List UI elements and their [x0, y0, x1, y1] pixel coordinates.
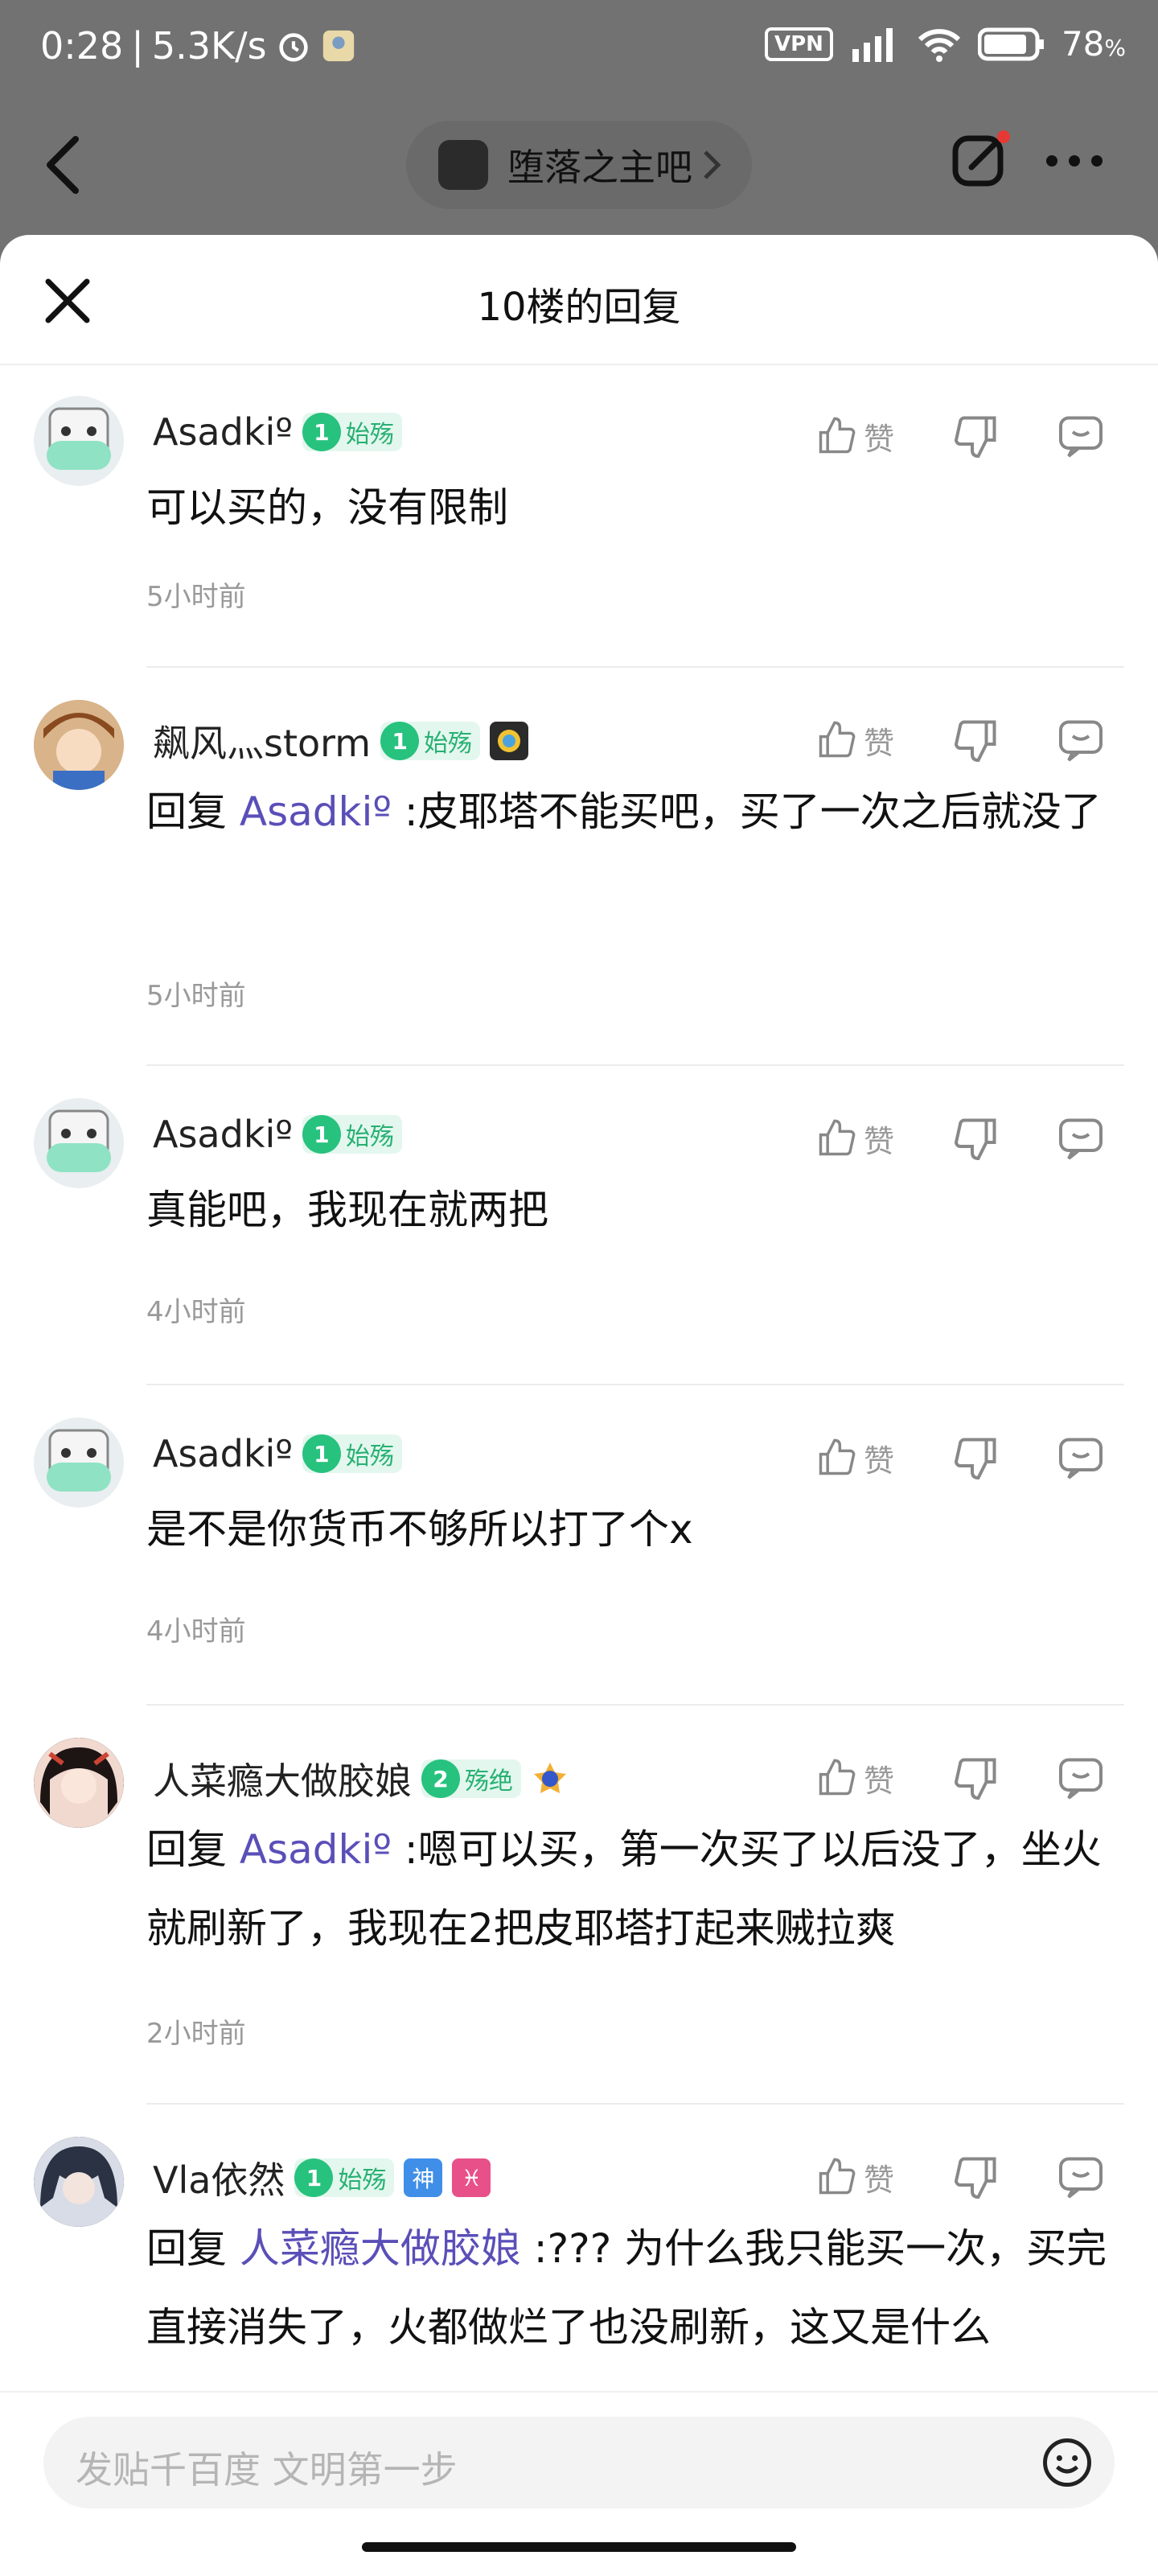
username[interactable]: Asadkiº: [153, 410, 293, 454]
forum-name: 堕落之主吧: [507, 146, 692, 189]
username[interactable]: Asadkiº: [153, 1113, 293, 1156]
like-label: 赞: [864, 1123, 895, 1159]
thumb-up-icon: [819, 721, 856, 758]
mention-link[interactable]: 人菜瘾大做胶娘: [240, 2225, 521, 2272]
chevron-right-icon: [704, 150, 721, 179]
reply-icon[interactable]: [1057, 716, 1105, 764]
username[interactable]: Asadkiº: [153, 1432, 293, 1475]
level-badge: 1 始殇: [380, 722, 481, 760]
comment-text: 回复 人菜瘾大做胶娘 :??? 为什么我只能买一次，买完直接消失了，火都做烂了也…: [146, 2225, 1107, 2351]
forum-avatar: [438, 140, 488, 190]
status-separator: |: [131, 24, 144, 68]
nav-bar: 堕落之主吧: [0, 105, 1158, 233]
username[interactable]: Vla依然: [153, 2151, 285, 2204]
thumb-down-icon[interactable]: [952, 412, 1000, 460]
battery-level: 78%: [1061, 24, 1126, 64]
edit-post-icon[interactable]: [949, 129, 1013, 193]
mention-link[interactable]: Asadkiº: [240, 788, 392, 835]
thumb-down-icon[interactable]: [952, 2153, 1000, 2201]
battery-icon: [977, 27, 1044, 60]
comment-text: 可以买的，没有限制: [146, 484, 508, 531]
thumb-down-icon[interactable]: [952, 1434, 1000, 1482]
vpn-badge: VPN: [765, 27, 833, 61]
like-label: 赞: [864, 1442, 895, 1479]
alarm-icon: [278, 33, 308, 62]
comment-item: Asadkiº 1 始殇 赞 真能吧，我现在就两把 4小时前: [0, 1066, 1158, 1385]
comment-item: Asadkiº 1 始殇 赞 可以买的，没有限制 5小时前: [0, 364, 1158, 668]
sheet-title: 10楼的回复: [477, 285, 681, 330]
level-badge: 1 始殇: [302, 1434, 402, 1473]
thumb-up-icon: [819, 1759, 856, 1796]
level-badge: 2 殇绝: [421, 1759, 521, 1798]
comment-item: 飙风灬storm 1 始殇 赞 回复 Asadkiº :皮耶塔不能买吧，买了一次之…: [0, 668, 1158, 1066]
like-button[interactable]: 赞: [815, 1436, 936, 1480]
comment-text: 回复 Asadkiº :嗯可以买，第一次买了以后没了，坐火就刷新了，我现在2把皮…: [146, 1826, 1102, 1952]
signal-icon: [852, 27, 893, 62]
sheet-header: 10楼的回复: [0, 235, 1158, 365]
like-button[interactable]: 赞: [815, 1117, 936, 1161]
forum-link[interactable]: 堕落之主吧: [406, 121, 752, 209]
like-label: 赞: [864, 2162, 895, 2198]
thumb-down-icon[interactable]: [952, 1114, 1000, 1162]
reply-icon[interactable]: [1057, 1434, 1105, 1482]
thumb-down-icon[interactable]: [952, 716, 1000, 764]
avatar[interactable]: [34, 2137, 124, 2227]
reply-icon[interactable]: [1057, 1754, 1105, 1802]
reply-icon[interactable]: [1057, 2153, 1105, 2201]
level-badge: 1 始殇: [294, 2158, 395, 2197]
comment-text: 回复 Asadkiº :皮耶塔不能买吧，买了一次之后就没了: [146, 788, 1102, 835]
username[interactable]: 人菜瘾大做胶娘: [153, 1752, 412, 1805]
comment-text: 是不是你货币不够所以打了个x: [146, 1506, 693, 1553]
like-button[interactable]: 赞: [815, 414, 936, 459]
home-indicator[interactable]: [362, 2542, 796, 2552]
reply-icon[interactable]: [1057, 412, 1105, 460]
comment-text: 真能吧，我现在就两把: [146, 1187, 548, 1233]
like-button[interactable]: 赞: [815, 1756, 936, 1800]
avatar[interactable]: [34, 396, 124, 486]
avatar[interactable]: [34, 700, 124, 790]
comment-time: 5小时前: [146, 980, 246, 1012]
thumb-up-icon: [819, 2158, 856, 2195]
achievement-icon: [490, 722, 529, 760]
emoji-icon[interactable]: [1041, 2436, 1094, 2489]
thumb-down-icon[interactable]: [952, 1754, 1000, 1802]
like-button[interactable]: 赞: [815, 2155, 936, 2199]
thumb-up-icon: [819, 1119, 856, 1156]
avatar[interactable]: [34, 1738, 124, 1828]
reply-icon[interactable]: [1057, 1114, 1105, 1162]
status-speed: 5.3K/s: [151, 24, 267, 68]
comment-time: 4小时前: [146, 1296, 246, 1328]
comment-item: Vla依然 1 始殇 神 ♓ 赞 回复 人菜瘾大做胶娘 :??? 为什么我只能买一…: [0, 2105, 1158, 2426]
level-badge: 1 始殇: [302, 1115, 402, 1154]
status-bar: 0:28 | 5.3K/s VPN 78%: [0, 0, 1158, 105]
username[interactable]: 飙风灬storm: [153, 714, 371, 767]
pisces-badge-icon: ♓: [452, 2158, 491, 2197]
comment-time: 4小时前: [146, 1615, 246, 1648]
like-button[interactable]: 赞: [815, 718, 936, 763]
comment-item: Asadkiº 1 始殇 赞 是不是你货币不够所以打了个x 4小时前: [0, 1385, 1158, 1706]
wifi-icon: [918, 28, 961, 62]
like-label: 赞: [864, 421, 895, 457]
like-label: 赞: [864, 1763, 895, 1799]
like-label: 赞: [864, 725, 895, 761]
comment-item: 人菜瘾大做胶娘 2 殇绝 赞 回复 Asadkiº :嗯可以买，第一次买了以后没了…: [0, 1706, 1158, 2105]
level-badge: 1 始殇: [302, 413, 402, 451]
app-notification-icon: [322, 30, 354, 62]
back-arrow-icon[interactable]: [40, 133, 88, 197]
reply-sheet: 10楼的回复 Asadkiº 1 始殇 赞 可以买的，没有限制 5小时前 飙风灬s…: [0, 235, 1158, 2574]
comment-time: 2小时前: [146, 2018, 246, 2050]
shen-badge-icon: 神: [404, 2158, 443, 2197]
comment-time: 5小时前: [146, 581, 246, 613]
input-placeholder: 发贴千百度 文明第一步: [76, 2448, 458, 2492]
avatar[interactable]: [34, 1418, 124, 1508]
comment-input[interactable]: 发贴千百度 文明第一步: [43, 2417, 1115, 2508]
more-options-icon[interactable]: [1042, 137, 1107, 185]
avatar[interactable]: [34, 1098, 124, 1188]
thumb-up-icon: [819, 1438, 856, 1475]
status-time: 0:28: [40, 24, 124, 68]
thumb-up-icon: [819, 417, 856, 454]
mention-link[interactable]: Asadkiº: [240, 1826, 392, 1873]
achievement-icon: [531, 1759, 569, 1798]
